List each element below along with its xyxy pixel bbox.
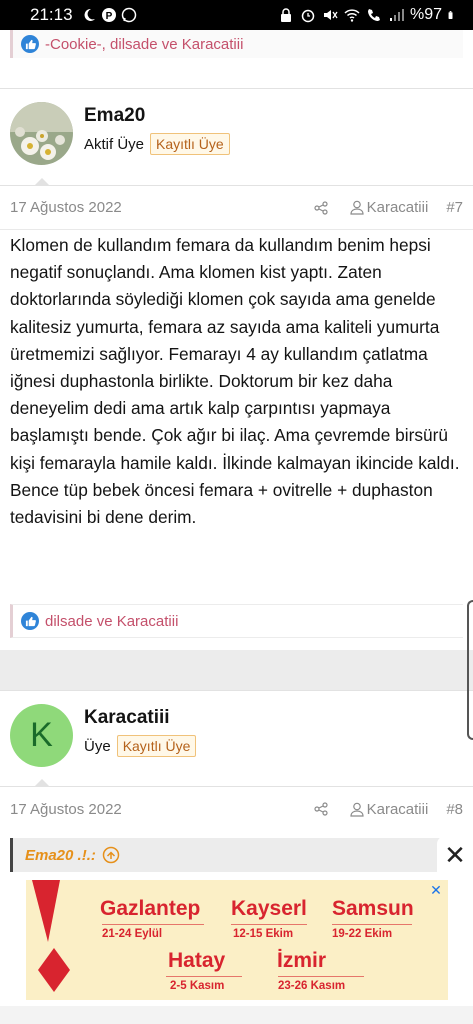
ad-city-dates: 21-24 Eylül	[102, 928, 163, 940]
ad-city-dates: 2-5 Kasım	[170, 980, 225, 992]
username[interactable]: Karacatiii	[84, 707, 170, 729]
ad-city: İzmir	[277, 949, 327, 972]
ad-close-button[interactable]: ✕	[437, 836, 473, 874]
reaction-users[interactable]: -Cookie-, dilsade ve Karacatiii	[45, 36, 243, 53]
alarm-icon	[301, 9, 315, 23]
post-user-block: K Karacatiii Üye Kayıtlı Üye	[0, 690, 473, 787]
post-number[interactable]: #8	[446, 801, 463, 818]
mute-icon	[323, 10, 338, 20]
post-body: Klomen de kullandım femara da kullandım …	[10, 235, 460, 528]
username[interactable]: Ema20	[84, 105, 145, 127]
post-number[interactable]: #7	[446, 199, 463, 216]
share-icon[interactable]	[314, 200, 328, 215]
avatar-letter: K	[30, 716, 53, 754]
author-name[interactable]: Karacatiii	[367, 801, 429, 818]
ad-divider	[278, 976, 364, 977]
user-title: Aktif Üye	[84, 135, 145, 153]
user-title: Üye	[84, 737, 111, 755]
scrollbar[interactable]	[467, 600, 473, 740]
quote-author[interactable]: Ema20 .!.:	[25, 847, 96, 864]
signal-icon	[389, 9, 404, 21]
post-date[interactable]: 17 Ağustos 2022	[10, 199, 122, 216]
ad-banner[interactable]: ✕ Gazlantep 21-24 Eylül Kayserl 12-15 Ek…	[26, 880, 448, 1000]
user-icon	[350, 802, 364, 817]
share-icon[interactable]	[314, 802, 328, 816]
user-avatar[interactable]	[10, 102, 73, 165]
user-title-row: Üye Kayıtlı Üye	[84, 735, 197, 757]
ad-divider	[166, 976, 242, 977]
user-avatar[interactable]: K	[10, 704, 73, 767]
ad-divider	[102, 924, 204, 925]
status-bar: 21:13 P %97	[0, 0, 473, 30]
ad-city-dates: 12-15 Ekim	[233, 928, 294, 940]
post-author[interactable]: Karacatiii	[350, 199, 429, 216]
like-icon	[21, 612, 39, 630]
ad-city: Gazlantep	[100, 897, 201, 920]
post-user-block: Ema20 Aktif Üye Kayıtlı Üye	[0, 88, 473, 186]
call-icon	[367, 9, 380, 21]
navigation-bar	[0, 1006, 473, 1024]
like-icon	[21, 35, 39, 53]
ad-city: Kayserl	[231, 897, 307, 920]
quote-header[interactable]: Ema20 .!.:	[10, 838, 440, 872]
close-icon[interactable]: ✕	[444, 840, 466, 871]
post-author[interactable]: Karacatiii	[350, 801, 429, 818]
jump-up-icon[interactable]	[102, 846, 120, 864]
ad-info-close-icon[interactable]: ✕	[428, 882, 444, 898]
reactions-bar[interactable]: dilsade ve Karacatiii	[10, 604, 463, 638]
battery-icon	[448, 11, 453, 19]
spacer	[0, 58, 473, 88]
notch-pointer	[34, 178, 50, 186]
notch-pointer	[34, 779, 50, 787]
user-badge: Kayıtlı Üye	[116, 735, 197, 757]
post-separator	[0, 650, 473, 690]
svg-text:P: P	[105, 11, 112, 22]
post-meta-row: 17 Ağustos 2022 Karacatiii #8	[0, 787, 473, 831]
moon-icon	[84, 8, 95, 21]
pinterest-icon: P	[101, 8, 116, 22]
ad-city-dates: 19-22 Ekim	[332, 928, 393, 940]
user-title-row: Aktif Üye Kayıtlı Üye	[84, 133, 230, 155]
user-icon	[350, 200, 364, 215]
whatsapp-icon	[121, 7, 136, 23]
wifi-icon	[344, 9, 360, 22]
post-date[interactable]: 17 Ağustos 2022	[10, 801, 122, 818]
status-right-icons: %97	[278, 6, 457, 24]
post-meta-row: 17 Ağustos 2022 Karacatiii #7	[0, 186, 473, 230]
lock-icon	[280, 8, 291, 22]
ad-city: Samsun	[332, 897, 414, 920]
user-badge: Kayıtlı Üye	[150, 133, 230, 155]
ad-city-dates: 23-26 Kasım	[278, 980, 346, 992]
ad-divider	[231, 924, 307, 925]
reaction-users[interactable]: dilsade ve Karacatiii	[45, 613, 178, 630]
reactions-bar-previous[interactable]: -Cookie-, dilsade ve Karacatiii	[10, 30, 463, 58]
author-name[interactable]: Karacatiii	[367, 199, 429, 216]
ad-city: Hatay	[168, 949, 226, 972]
status-time: 21:13	[30, 5, 73, 24]
ad-divider	[332, 924, 412, 925]
battery-percent: %97	[409, 6, 442, 23]
ad-logo-icon	[32, 880, 70, 992]
status-left-icons: P	[81, 7, 137, 23]
